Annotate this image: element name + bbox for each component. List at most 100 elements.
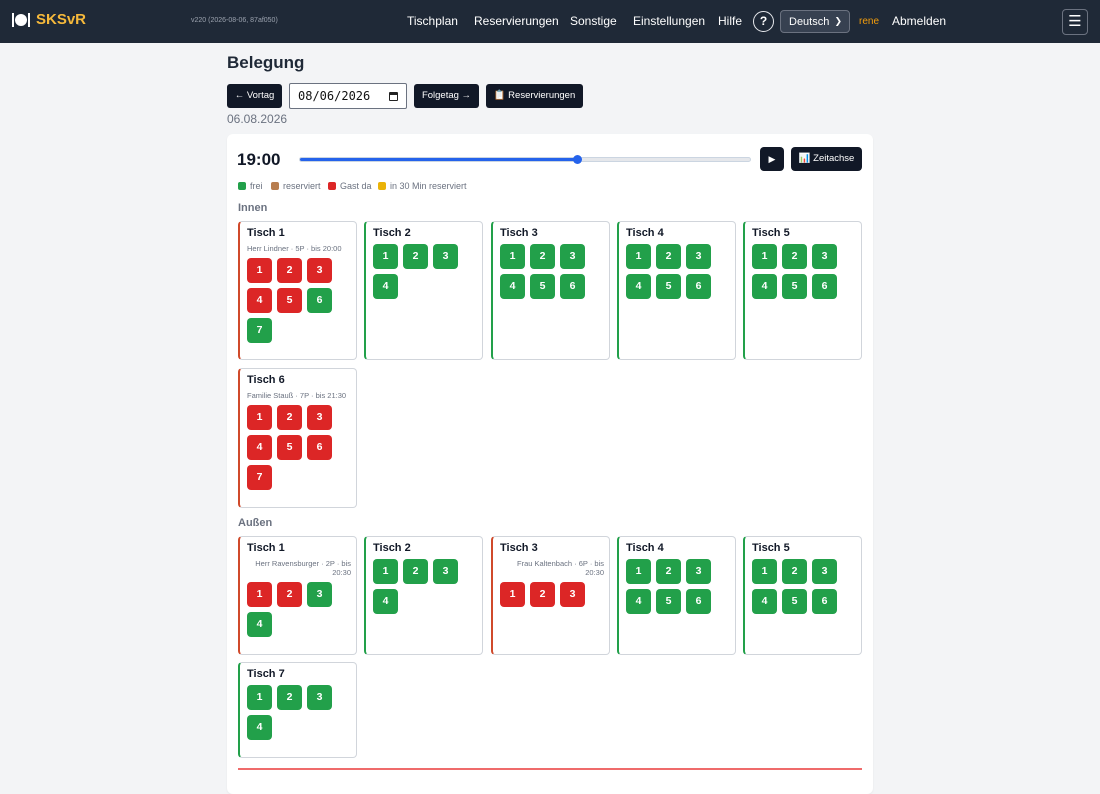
table-card-innen-tisch-4[interactable]: Tisch 4 123 456 [617, 221, 736, 360]
seat-button[interactable]: 5 [277, 288, 302, 313]
seat-button[interactable]: 3 [433, 559, 458, 584]
seat-button[interactable]: 6 [307, 288, 332, 313]
seat-button[interactable]: 3 [686, 559, 711, 584]
date-subtitle: 06.08.2026 [227, 112, 288, 126]
seat-button[interactable]: 4 [247, 288, 272, 313]
calendar-icon[interactable] [389, 92, 398, 101]
seat-button[interactable]: 1 [500, 244, 525, 269]
table-card-aussen-tisch-4[interactable]: Tisch 4 123 456 [617, 536, 736, 655]
seat-button[interactable]: 1 [500, 582, 525, 607]
table-card-innen-tisch-3[interactable]: Tisch 3 123 456 [491, 221, 610, 360]
language-select[interactable]: Deutsch ❯ [780, 10, 850, 33]
seat-button[interactable]: 2 [656, 244, 681, 269]
reservations-button[interactable]: 📋 Reservierungen [486, 84, 583, 108]
seat-button[interactable]: 5 [656, 274, 681, 299]
seat-button[interactable]: 3 [307, 405, 332, 430]
nav-link-reservierungen[interactable]: Reservierungen [474, 14, 559, 28]
seat-button[interactable]: 3 [686, 244, 711, 269]
table-card-aussen-tisch-3[interactable]: Tisch 3 Frau Kaltenbach · 6P · bis 20:30 1… [491, 536, 610, 655]
seat-button[interactable]: 3 [307, 685, 332, 710]
table-card-aussen-tisch-1[interactable]: Tisch 1 Herr Ravensburger · 2P · bis 20:3… [238, 536, 357, 655]
seat-button[interactable]: 4 [500, 274, 525, 299]
seat-button[interactable]: 4 [626, 274, 651, 299]
seat-button[interactable]: 5 [277, 435, 302, 460]
seat-button[interactable]: 6 [560, 274, 585, 299]
date-input[interactable]: 08/06/2026 [289, 83, 407, 109]
play-button[interactable]: ▶ [760, 147, 784, 171]
seat-button[interactable]: 1 [752, 559, 777, 584]
seat-button[interactable]: 1 [752, 244, 777, 269]
seat-button[interactable]: 4 [247, 435, 272, 460]
nav-link-hilfe[interactable]: Hilfe [718, 14, 742, 28]
table-card-innen-tisch-6[interactable]: Tisch 6 Familie Stauß · 7P · bis 21:30 1 2 3… [238, 368, 357, 508]
time-slider-thumb[interactable] [572, 155, 582, 164]
seat-button[interactable]: 3 [307, 258, 332, 283]
seat-button[interactable]: 3 [560, 244, 585, 269]
seat-button[interactable]: 3 [812, 559, 837, 584]
seat-button[interactable]: 7 [247, 318, 272, 343]
seat-button[interactable]: 7 [247, 465, 272, 490]
seat-button[interactable]: 4 [752, 589, 777, 614]
seat-button[interactable]: 1 [247, 685, 272, 710]
seat-button[interactable]: 2 [530, 244, 555, 269]
seat-button[interactable]: 3 [560, 582, 585, 607]
seat-button[interactable]: 2 [530, 582, 555, 607]
seat-button[interactable]: 3 [812, 244, 837, 269]
time-slider[interactable] [299, 155, 751, 164]
seat-button[interactable]: 1 [247, 258, 272, 283]
previous-day-button[interactable]: ← Vortag [227, 84, 282, 108]
seat-button[interactable]: 6 [686, 589, 711, 614]
reservation-info: Familie Stauß · 7P · bis 21:30 [247, 391, 347, 400]
seat-button[interactable]: 1 [373, 244, 398, 269]
seat-button[interactable]: 2 [782, 559, 807, 584]
seat-button[interactable]: 4 [247, 715, 272, 740]
table-card-aussen-tisch-7[interactable]: Tisch 7 123 4 [238, 662, 357, 758]
timeline-button[interactable]: 📊 Zeitachse [791, 147, 862, 171]
seat-button[interactable]: 4 [373, 589, 398, 614]
seat-button[interactable]: 4 [373, 274, 398, 299]
seat-button[interactable]: 2 [403, 559, 428, 584]
logout-link[interactable]: Abmelden [892, 14, 946, 28]
seat-button[interactable]: 1 [626, 559, 651, 584]
hamburger-menu-icon[interactable]: ☰ [1062, 9, 1088, 35]
table-card-innen-tisch-5[interactable]: Tisch 5 123 456 [743, 221, 862, 360]
table-card-innen-tisch-1[interactable]: Tisch 1 Herr Lindner · 5P · bis 20:00 1 2 3 4… [238, 221, 357, 360]
seat-button[interactable]: 5 [656, 589, 681, 614]
brand[interactable]: SKSvR [12, 11, 86, 28]
seat-button[interactable]: 2 [277, 685, 302, 710]
table-card-innen-tisch-2[interactable]: Tisch 2 123 4 [364, 221, 483, 360]
nav-link-tischplan[interactable]: Tischplan [407, 14, 458, 28]
nav-link-sonstige[interactable]: Sonstige [570, 14, 617, 28]
table-name: Tisch 3 [500, 227, 538, 239]
seat-button[interactable]: 4 [752, 274, 777, 299]
seat-button[interactable]: 4 [247, 612, 272, 637]
seat-button[interactable]: 6 [307, 435, 332, 460]
seat-button[interactable]: 4 [626, 589, 651, 614]
legend-swatch [378, 182, 386, 190]
seat-button[interactable]: 3 [307, 582, 332, 607]
seat-button[interactable]: 1 [247, 582, 272, 607]
table-card-aussen-tisch-2[interactable]: Tisch 2 123 4 [364, 536, 483, 655]
current-user: rene [859, 16, 880, 27]
seat-button[interactable]: 6 [812, 274, 837, 299]
seat-button[interactable]: 5 [782, 589, 807, 614]
seat-button[interactable]: 2 [656, 559, 681, 584]
seat-button[interactable]: 5 [782, 274, 807, 299]
seat-button[interactable]: 1 [626, 244, 651, 269]
seat-button[interactable]: 1 [373, 559, 398, 584]
next-day-button[interactable]: Folgetag → [414, 84, 479, 108]
seat-button[interactable]: 3 [433, 244, 458, 269]
seat-button[interactable]: 2 [277, 405, 302, 430]
legend-swatch [271, 182, 279, 190]
seat-button[interactable]: 2 [277, 582, 302, 607]
seat-button[interactable]: 1 [247, 405, 272, 430]
help-icon[interactable]: ? [753, 11, 774, 32]
seat-button[interactable]: 6 [686, 274, 711, 299]
seat-button[interactable]: 6 [812, 589, 837, 614]
nav-link-einstellungen[interactable]: Einstellungen [633, 14, 705, 28]
seat-button[interactable]: 2 [403, 244, 428, 269]
seat-button[interactable]: 5 [530, 274, 555, 299]
table-card-aussen-tisch-5[interactable]: Tisch 5 123 456 [743, 536, 862, 655]
seat-button[interactable]: 2 [782, 244, 807, 269]
seat-button[interactable]: 2 [277, 258, 302, 283]
